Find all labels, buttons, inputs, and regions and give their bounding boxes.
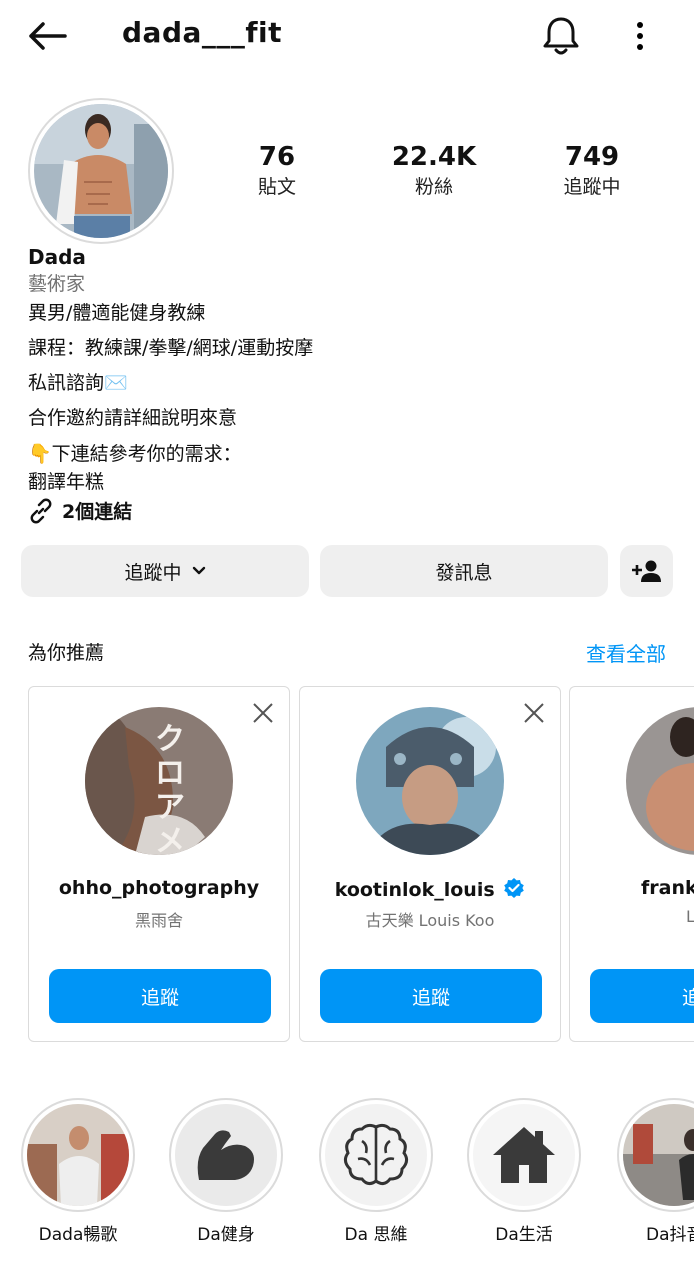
suggestions-title: 為你推薦 bbox=[28, 642, 105, 664]
suggestion-avatar bbox=[356, 707, 504, 855]
verified-badge-icon bbox=[503, 877, 525, 904]
followers-label: 粉絲 bbox=[414, 176, 453, 198]
highlight-label: Da 思維 bbox=[344, 1225, 408, 1245]
bio-line: 翻譯年糕 bbox=[28, 471, 105, 493]
suggestion-avatar bbox=[626, 707, 694, 855]
highlight-item[interactable]: Da健身 bbox=[168, 1098, 284, 1245]
profile-category: 藝術家 bbox=[28, 273, 86, 295]
suggestion-avatar: ク ロ ア メ bbox=[85, 707, 233, 855]
chevron-down-icon bbox=[192, 566, 206, 576]
following-count: 749 bbox=[564, 142, 620, 172]
suggestion-card[interactable]: franks L 追 bbox=[569, 686, 694, 1042]
svg-text:ロ: ロ bbox=[155, 756, 185, 791]
links-label: 2個連結 bbox=[62, 501, 133, 523]
suggestion-subtitle: L bbox=[686, 907, 694, 926]
follow-button[interactable]: 追蹤 bbox=[49, 969, 271, 1023]
bio-line: 私訊諮詢✉️ bbox=[28, 372, 128, 394]
profile-username: dada___fit bbox=[122, 16, 283, 49]
suggestion-username[interactable]: franks bbox=[641, 877, 694, 899]
link-icon bbox=[28, 498, 54, 524]
suggestion-card[interactable]: kootinlok_louis 古天樂 Louis Koo 追蹤 bbox=[299, 686, 561, 1042]
highlight-label: Da生活 bbox=[495, 1225, 553, 1245]
suggestion-username[interactable]: ohho_photography bbox=[29, 877, 289, 899]
highlight-photo bbox=[27, 1104, 129, 1206]
see-all-link[interactable]: 查看全部 bbox=[586, 638, 666, 667]
suggestion-username-text: kootinlok_louis bbox=[334, 879, 495, 901]
profile-links[interactable]: 2個連結 bbox=[28, 497, 132, 524]
more-options-icon[interactable] bbox=[624, 14, 656, 58]
close-icon[interactable] bbox=[251, 701, 275, 725]
suggestion-subtitle: 古天樂 Louis Koo bbox=[365, 911, 495, 930]
following-button-label: 追蹤中 bbox=[124, 561, 182, 584]
follow-button[interactable]: 追蹤 bbox=[320, 969, 542, 1023]
flexed-biceps-icon bbox=[175, 1104, 277, 1206]
highlight-item[interactable]: Da生活 bbox=[466, 1098, 582, 1245]
suggest-people-button[interactable] bbox=[620, 545, 673, 597]
highlight-item[interactable]: Da 思維 bbox=[318, 1098, 434, 1245]
back-arrow-icon[interactable] bbox=[22, 14, 72, 58]
add-person-icon bbox=[631, 559, 662, 583]
followers-count: 22.4K bbox=[391, 142, 477, 172]
suggestion-username[interactable]: kootinlok_louis bbox=[300, 877, 560, 904]
bio-line: 課程：教練課/拳擊/網球/運動按摩 bbox=[28, 337, 314, 359]
brain-icon bbox=[325, 1104, 427, 1206]
posts-count: 76 bbox=[258, 142, 296, 172]
bio-line: 異男/體適能健身教練 bbox=[28, 302, 206, 324]
svg-text:ア: ア bbox=[155, 790, 185, 825]
posts-label: 貼文 bbox=[257, 176, 296, 198]
message-button-label: 發訊息 bbox=[435, 561, 493, 584]
message-button[interactable]: 發訊息 bbox=[320, 545, 608, 597]
posts-stat[interactable]: 76 貼文 bbox=[207, 140, 347, 200]
profile-name: Dada bbox=[28, 245, 86, 269]
bio-line: 合作邀約請詳細說明來意 bbox=[28, 407, 238, 429]
highlight-label: Da健身 bbox=[197, 1225, 255, 1245]
house-icon bbox=[473, 1104, 575, 1206]
avatar-photo bbox=[34, 104, 168, 238]
follow-button[interactable]: 追 bbox=[590, 969, 694, 1023]
highlight-label: Da抖音 bbox=[646, 1225, 694, 1245]
highlight-label: Dada暢歌 bbox=[38, 1225, 118, 1245]
following-stat[interactable]: 749 追蹤中 bbox=[522, 140, 662, 200]
following-button[interactable]: 追蹤中 bbox=[21, 545, 309, 597]
bell-icon[interactable] bbox=[536, 12, 586, 60]
profile-avatar[interactable] bbox=[28, 98, 174, 244]
highlight-photo bbox=[623, 1104, 694, 1206]
top-bar: dada___fit bbox=[0, 0, 694, 72]
close-icon[interactable] bbox=[522, 701, 546, 725]
svg-text:メ: メ bbox=[155, 824, 185, 855]
highlight-item[interactable]: Da抖音 bbox=[616, 1098, 694, 1245]
followers-stat[interactable]: 22.4K 粉絲 bbox=[364, 140, 504, 200]
svg-text:ク: ク bbox=[155, 722, 185, 757]
suggestion-subtitle: 黑雨舍 bbox=[134, 911, 183, 930]
suggestion-card[interactable]: ク ロ ア メ ohho_photography 黑雨舍 追蹤 bbox=[28, 686, 290, 1042]
bio-line: 👇下連結參考你的需求： bbox=[28, 443, 242, 465]
following-label: 追蹤中 bbox=[563, 176, 621, 198]
highlight-item[interactable]: Dada暢歌 bbox=[20, 1098, 136, 1245]
